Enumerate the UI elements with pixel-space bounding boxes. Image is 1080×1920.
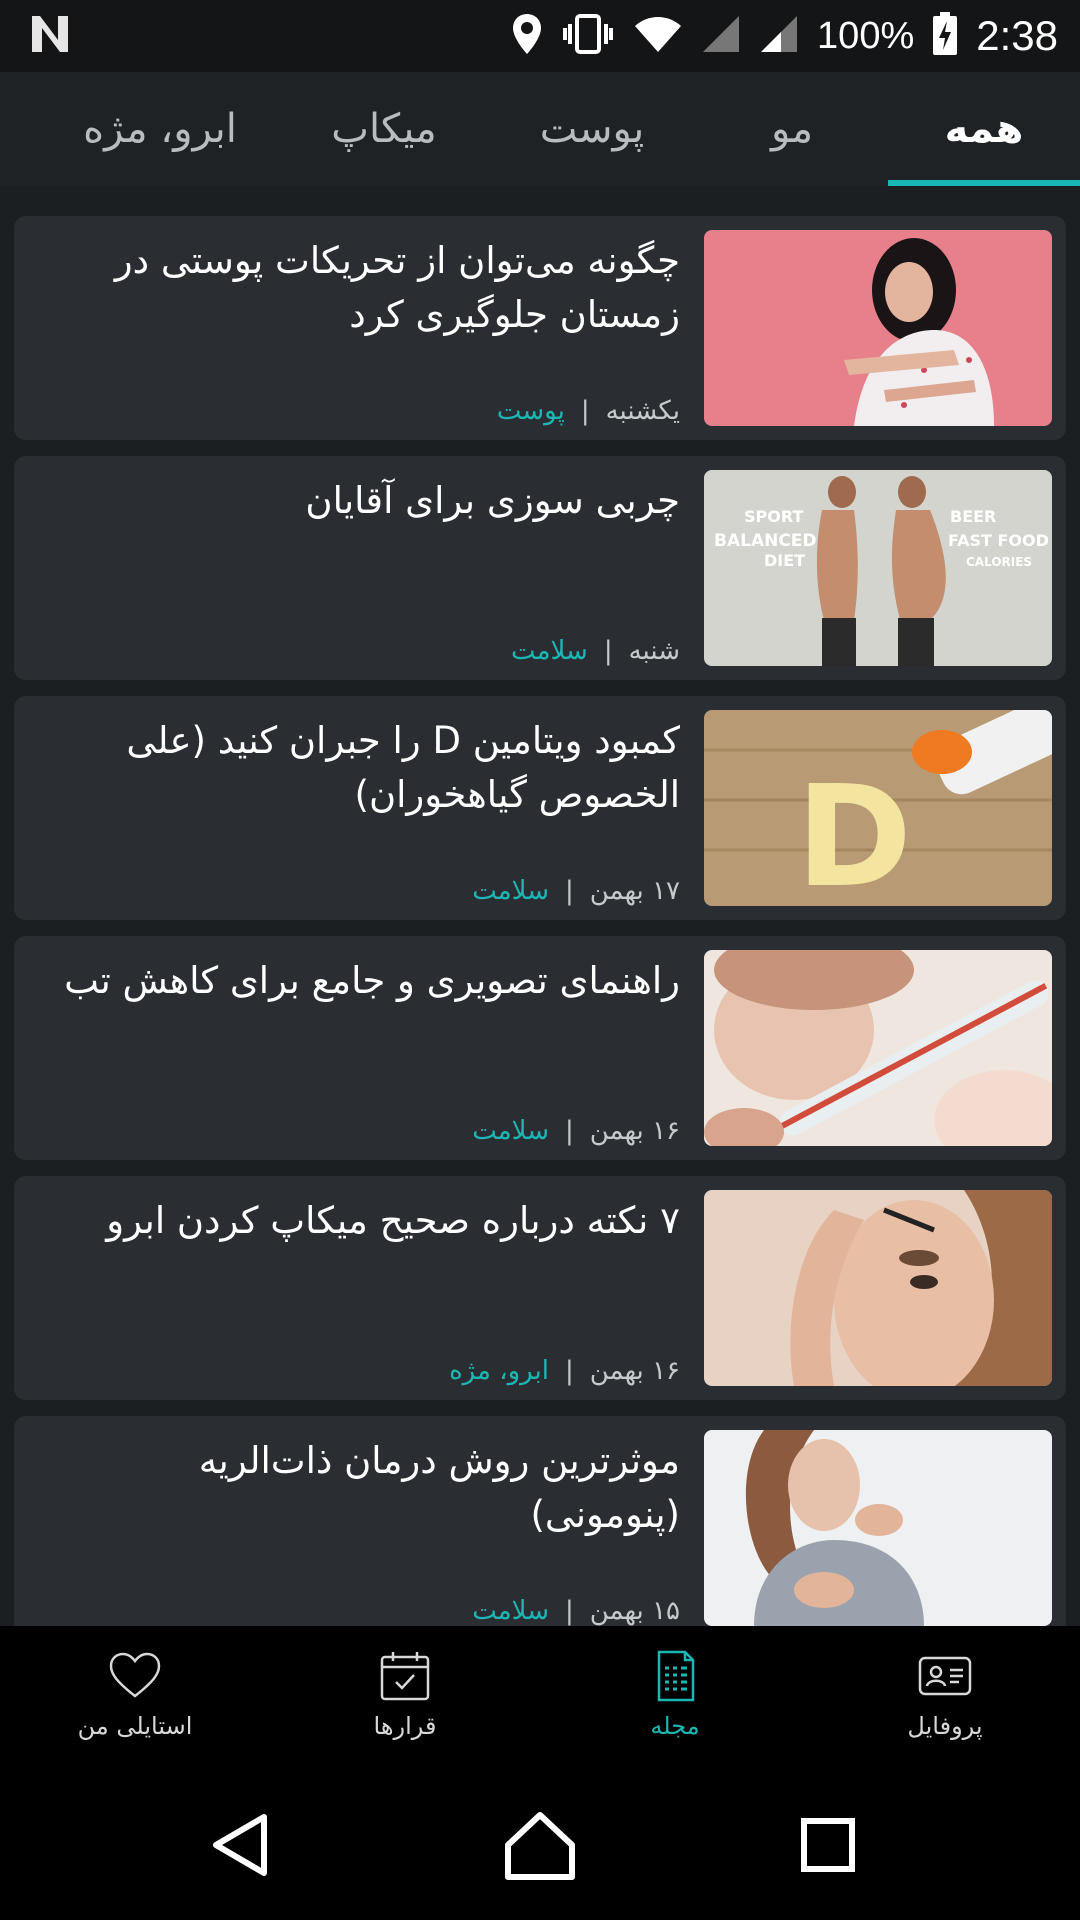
article-meta: ۱۶ بهمن | سلامت: [472, 1116, 680, 1146]
vibrate-icon: [561, 12, 615, 60]
article-date: شنبه: [628, 636, 680, 666]
back-icon[interactable]: [202, 1805, 282, 1885]
article-category[interactable]: سلامت: [472, 876, 549, 906]
nav-label: مجله: [650, 1712, 700, 1740]
article-category[interactable]: پوست: [497, 396, 565, 426]
tab-all[interactable]: همه: [888, 72, 1080, 186]
article-title[interactable]: راهنمای تصویری و جامع برای کاهش تب: [50, 954, 680, 1008]
tab-hair[interactable]: مو: [696, 72, 888, 186]
thumb-text-beer: BEER: [950, 507, 996, 526]
article-date: ۱۶ بهمن: [589, 1116, 680, 1146]
meta-separator: |: [564, 1116, 574, 1146]
thumb-text-fastfood: FAST FOOD: [948, 531, 1049, 550]
article-meta: شنبه | سلامت: [511, 636, 680, 666]
meta-separator: |: [564, 876, 574, 906]
status-bar: 100% 2:38: [0, 0, 1080, 72]
article-thumbnail: [704, 1190, 1052, 1386]
article-category[interactable]: سلامت: [511, 636, 588, 666]
signal-icon: [759, 14, 799, 58]
article-thumbnail: SPORT BALANCED DIET BEER FAST FOOD CALOR…: [704, 470, 1052, 666]
nav-label: استایلی من: [77, 1712, 193, 1740]
meta-separator: |: [580, 396, 590, 426]
profile-card-icon: [918, 1656, 972, 1696]
article-thumbnail: [704, 950, 1052, 1146]
article-category[interactable]: سلامت: [472, 1596, 549, 1626]
nav-label: پروفایل: [907, 1712, 983, 1740]
article-card[interactable]: D کمبود ویتامین D را جبران کنید (علی الخ…: [14, 696, 1066, 920]
nav-label: قرارها: [373, 1712, 437, 1740]
system-navigation-bar: [0, 1770, 1080, 1920]
calendar-icon: [380, 1652, 430, 1701]
article-list[interactable]: چگونه می‌توان از تحریکات پوستی در زمستان…: [0, 186, 1080, 1626]
article-thumbnail: D: [704, 710, 1052, 906]
heart-icon: [109, 1652, 161, 1698]
meta-separator: |: [603, 636, 613, 666]
battery-charging-icon: [932, 12, 958, 60]
article-meta: ۱۷ بهمن | سلامت: [472, 876, 680, 906]
meta-separator: |: [564, 1596, 574, 1626]
article-meta: یکشنبه | پوست: [497, 396, 680, 426]
category-tabs: همه مو پوست میکاپ ابرو، مژه: [0, 72, 1080, 186]
article-thumbnail: [704, 230, 1052, 426]
article-date: ۱۷ بهمن: [589, 876, 680, 906]
article-title[interactable]: موثرترین روش درمان ذات‌الریه (پنومونی): [50, 1434, 680, 1542]
thumb-text-sport: SPORT: [744, 507, 803, 526]
article-card[interactable]: چگونه می‌توان از تحریکات پوستی در زمستان…: [14, 216, 1066, 440]
location-icon: [511, 12, 543, 60]
article-card[interactable]: SPORT BALANCED DIET BEER FAST FOOD CALOR…: [14, 456, 1066, 680]
recents-icon[interactable]: [788, 1805, 868, 1885]
nav-appointments[interactable]: قرارها: [270, 1626, 540, 1770]
thumb-text-balanced: BALANCED: [714, 531, 817, 551]
article-title[interactable]: چربی سوزی برای آقایان: [50, 474, 680, 528]
thumb-text-diet: DIET: [764, 551, 805, 570]
thumb-text-calories: CALORIES: [966, 555, 1032, 569]
tab-brow-lash[interactable]: ابرو، مژه: [40, 72, 280, 186]
article-thumbnail: [704, 1430, 1052, 1626]
battery-percent: 100%: [817, 14, 915, 57]
article-card[interactable]: موثرترین روش درمان ذات‌الریه (پنومونی) ۱…: [14, 1416, 1066, 1626]
article-title[interactable]: کمبود ویتامین D را جبران کنید (علی الخصو…: [50, 714, 680, 822]
article-card[interactable]: راهنمای تصویری و جامع برای کاهش تب ۱۶ به…: [14, 936, 1066, 1160]
nav-my-style[interactable]: استایلی من: [0, 1626, 270, 1770]
signal-icon: [701, 14, 741, 58]
wifi-icon: [633, 14, 683, 58]
tab-makeup[interactable]: میکاپ: [280, 72, 488, 186]
article-title[interactable]: ۷ نکته درباره صحیح میکاپ کردن ابرو: [50, 1194, 680, 1248]
article-category[interactable]: ابرو، مژه: [449, 1356, 549, 1386]
bottom-navigation: پروفایل مجله قرارها استایلی من: [0, 1626, 1080, 1770]
meta-separator: |: [564, 1356, 574, 1386]
article-date: ۱۵ بهمن: [589, 1596, 680, 1626]
article-date: ۱۶ بهمن: [589, 1356, 680, 1386]
tab-skin[interactable]: پوست: [488, 72, 696, 186]
magazine-icon: [657, 1650, 695, 1702]
thumb-text-vitamin: D: [796, 756, 912, 906]
article-meta: ۱۵ بهمن | سلامت: [472, 1596, 680, 1626]
article-title[interactable]: چگونه می‌توان از تحریکات پوستی در زمستان…: [50, 234, 680, 342]
clock: 2:38: [976, 12, 1058, 59]
article-card[interactable]: ۷ نکته درباره صحیح میکاپ کردن ابرو ۱۶ به…: [14, 1176, 1066, 1400]
nav-magazine[interactable]: مجله: [540, 1626, 810, 1770]
n-logo-icon: [30, 14, 70, 58]
nav-profile[interactable]: پروفایل: [810, 1626, 1080, 1770]
home-icon[interactable]: [500, 1805, 580, 1885]
article-meta: ۱۶ بهمن | ابرو، مژه: [449, 1356, 680, 1386]
article-date: یکشنبه: [605, 396, 680, 426]
article-category[interactable]: سلامت: [472, 1116, 549, 1146]
